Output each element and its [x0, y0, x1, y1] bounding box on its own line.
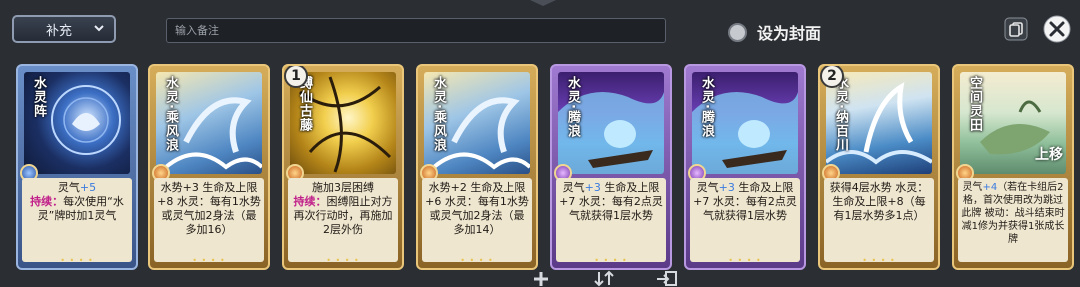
level-dots: • • • •: [60, 256, 94, 265]
move-up-button[interactable]: 上移: [1035, 144, 1063, 164]
card-na-bai-chuan[interactable]: 2 水灵·纳百川 获得4层水势 水灵：生命及上限+8（每有1层水势多1点） • …: [818, 64, 940, 270]
copy-icon[interactable]: [1004, 17, 1028, 41]
count-badge: 1: [284, 66, 308, 88]
set-cover-toggle[interactable]: 设为封面: [728, 20, 821, 44]
card-list: 水灵阵 灵气+5 持续：每次使用“水灵”牌时加1灵气 • • • • 水灵·乘风…: [0, 58, 1080, 272]
desc-text: 灵气: [696, 181, 719, 194]
group-dropdown[interactable]: 补充: [12, 15, 116, 43]
note-input[interactable]: [166, 18, 666, 43]
level-dots: • • • •: [192, 256, 226, 265]
card-kong-jian-ling-tian[interactable]: 空间灵田 灵气+4（若在卡组后2格，首次使用改为跳过此牌 被动：战斗结束时减1修…: [952, 64, 1074, 270]
card-name: 空间灵田: [967, 76, 982, 132]
chevron-down-icon: [94, 25, 104, 32]
card-description: 灵气+3 生命及上限+7 水灵：每有2点灵气就获得1层水势: [690, 178, 800, 262]
number-text: +3: [718, 181, 735, 194]
group-dropdown-value: 补充: [46, 23, 73, 39]
card-shui-ling-zhen[interactable]: 水灵阵 灵气+5 持续：每次使用“水灵”牌时加1灵气 • • • •: [16, 64, 138, 270]
desc-text: 灵气+5: [57, 181, 97, 194]
desc-text: 灵气: [562, 181, 585, 194]
count-badge: 2: [820, 66, 844, 88]
card-name: 水灵·腾浪: [565, 76, 580, 138]
level-dots: • • • •: [728, 256, 762, 265]
desc-text: 灵气: [962, 182, 983, 193]
card-fu-xian-gu-teng[interactable]: 1 缚仙古藤 施加3层困缚 持续：困缚阻止对方再次行动时，再施加2层外伤 • •…: [282, 64, 404, 270]
level-dots: • • • •: [326, 256, 360, 265]
close-icon[interactable]: [1043, 15, 1071, 43]
plus-icon[interactable]: [530, 270, 552, 287]
card-description: 水势+2 生命及上限+6 水灵：每有1水势或灵气加2身法（最多加14）: [422, 178, 532, 262]
card-teng-lang-2[interactable]: 水灵·腾浪 灵气+3 生命及上限+7 水灵：每有2点灵气就获得1层水势 • • …: [684, 64, 806, 270]
radio-icon[interactable]: [728, 22, 747, 42]
top-toolbar: 补充 设为封面: [0, 0, 1080, 56]
card-name: 水灵·腾浪: [699, 76, 714, 138]
keyword-text: 持续：: [293, 195, 327, 208]
number-text: +4: [982, 182, 998, 193]
card-description: 灵气+5 持续：每次使用“水灵”牌时加1灵气: [22, 178, 132, 262]
card-description: 灵气+3 生命及上限+7 水灵：每有2点灵气就获得1层水势: [556, 178, 666, 262]
number-text: +3: [584, 181, 601, 194]
card-description: 灵气+4（若在卡组后2格，首次使用改为跳过此牌 被动：战斗结束时减1修为并获得1…: [958, 178, 1068, 262]
top-notch-icon: [530, 0, 556, 6]
card-teng-lang[interactable]: 水灵·腾浪 灵气+3 生命及上限+7 水灵：每有2点灵气就获得1层水势 • • …: [550, 64, 672, 270]
level-dots: • • • •: [460, 256, 494, 265]
card-name: 水灵·乘风浪: [163, 76, 178, 152]
desc-text: 施加3层困缚: [312, 181, 374, 194]
card-description: 施加3层困缚 持续：困缚阻止对方再次行动时，再施加2层外伤: [288, 178, 398, 262]
sort-icon[interactable]: [593, 270, 615, 287]
desc-text: 获得4层水势 水灵：生命及上限+8（每有1层水势多1点）: [829, 181, 929, 222]
card-cheng-feng-lang[interactable]: 水灵·乘风浪 水势+3 生命及上限+8 水灵：每有1水势或灵气加2身法（最多加1…: [148, 64, 270, 270]
card-description: 获得4层水势 水灵：生命及上限+8（每有1层水势多1点）: [824, 178, 934, 262]
set-cover-label: 设为封面: [757, 24, 822, 43]
keyword-text: 持续：: [30, 195, 64, 208]
card-description: 水势+3 生命及上限+8 水灵：每有1水势或灵气加2身法（最多加16）: [154, 178, 264, 262]
level-dots: • • • •: [594, 256, 628, 265]
move-icon[interactable]: [656, 270, 678, 287]
desc-text: 水势+2 生命及上限+6 水灵：每有1水势或灵气加2身法（最多加14）: [425, 181, 529, 236]
desc-text: 水势+3 生命及上限+8 水灵：每有1水势或灵气加2身法（最多加16）: [157, 181, 261, 236]
level-dots: • • • •: [862, 256, 896, 265]
card-cheng-feng-lang-2[interactable]: 水灵·乘风浪 水势+2 生命及上限+6 水灵：每有1水势或灵气加2身法（最多加1…: [416, 64, 538, 270]
card-name: 水灵·乘风浪: [431, 76, 446, 152]
card-name: 水灵阵: [31, 76, 46, 118]
